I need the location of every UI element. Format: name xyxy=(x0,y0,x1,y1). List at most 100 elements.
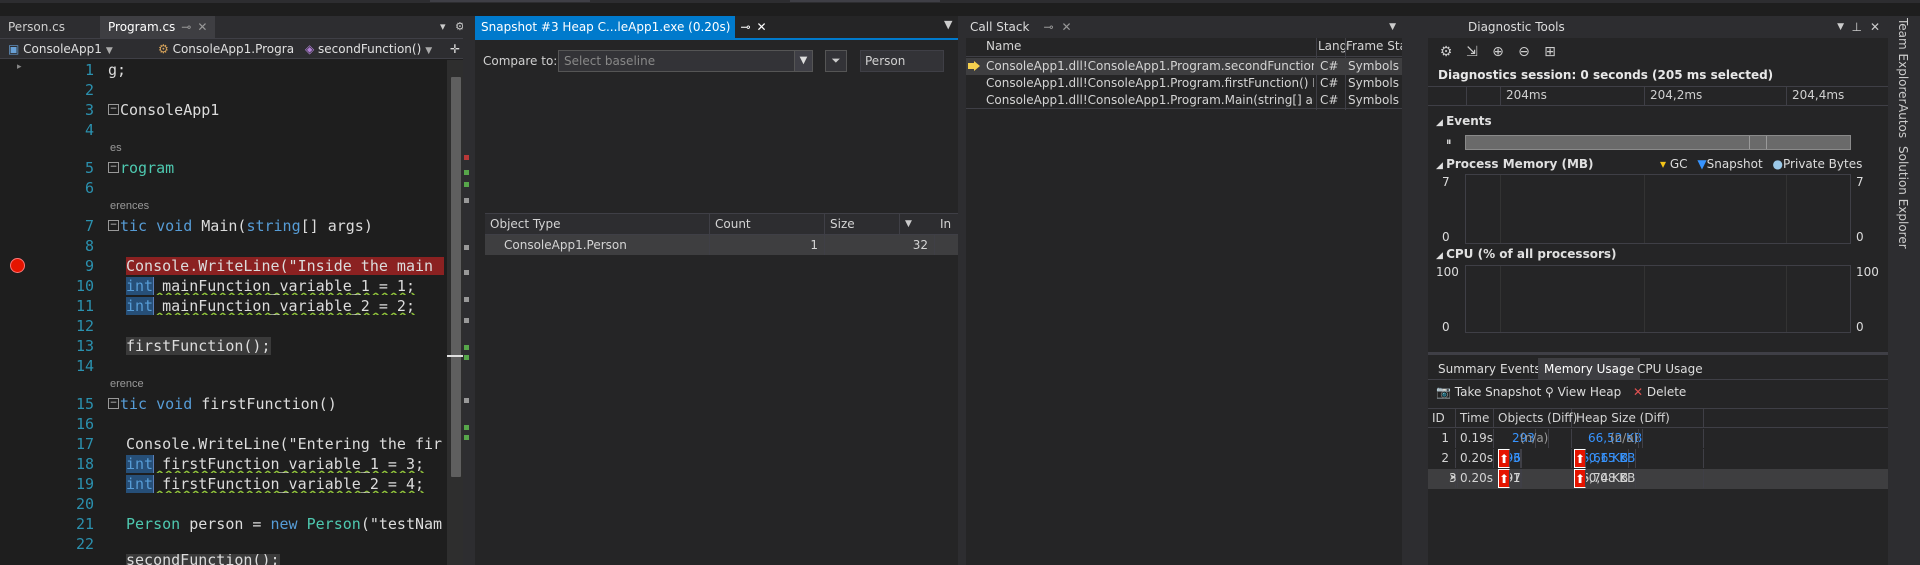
line-number: 8 xyxy=(84,237,94,255)
close-icon[interactable]: ✕ xyxy=(1062,20,1072,34)
code-line[interactable]: int firstFunction_variable_2 = 4; xyxy=(126,475,444,493)
code-line[interactable]: tic void Main(string[] args) xyxy=(120,217,440,235)
column-frame-status[interactable]: Frame Stat xyxy=(1346,38,1402,55)
codelens-references[interactable]: erence xyxy=(110,378,144,390)
code-line[interactable]: rogram xyxy=(120,159,440,177)
code-line[interactable]: g; xyxy=(108,61,444,79)
pin-icon[interactable]: ⊥ xyxy=(1852,16,1862,38)
tab-dropdown-icon[interactable]: ▼ xyxy=(1389,16,1396,38)
view-heap-button[interactable]: ⚲ View Heap xyxy=(1545,385,1621,399)
close-icon[interactable]: ✕ xyxy=(1870,16,1880,38)
fold-toggle[interactable]: − xyxy=(108,162,119,173)
cpu-axis-min-right: 0 xyxy=(1856,320,1864,334)
increase-arrow-icon: ⬆ xyxy=(1574,449,1586,468)
column-time[interactable]: Time xyxy=(1456,409,1494,428)
stack-frame-row[interactable]: ConsoleApp1.dll!ConsoleApp1.Program.firs… xyxy=(966,75,1402,92)
compare-to-label: Compare to: xyxy=(483,54,558,68)
memory-graph[interactable] xyxy=(1465,174,1851,244)
fold-toggle[interactable]: − xyxy=(108,398,119,409)
table-row[interactable]: ConsoleApp1.Person 1 32 xyxy=(485,235,958,255)
snapshot-row[interactable]: 1 0.19s 293 (n/a) 66,52 KB (n/a) xyxy=(1428,429,1888,449)
code-line[interactable]: int mainFunction_variable_1 = 1; xyxy=(126,277,444,295)
tab-program-cs[interactable]: Program.cs ⊸ ✕ xyxy=(100,16,216,38)
tab-summary[interactable]: Summary xyxy=(1432,358,1502,380)
pause-icon[interactable]: ⏸ xyxy=(1446,135,1452,149)
column-name[interactable]: Name xyxy=(986,38,1021,55)
events-section-header[interactable]: ◢ Events xyxy=(1436,114,1492,128)
class-selector[interactable]: ⚙ ConsoleApp1.Progra▼ xyxy=(158,41,298,57)
pane-splitter[interactable] xyxy=(1402,16,1428,565)
tab-dropdown-icon[interactable]: ▾ xyxy=(440,16,446,38)
filter-icon[interactable]: ⏷ xyxy=(825,50,847,72)
code-line[interactable]: ConsoleApp1 xyxy=(120,101,440,119)
cpu-graph[interactable] xyxy=(1465,265,1851,333)
column-object-type[interactable]: Object Type xyxy=(485,214,710,234)
stack-frame-row[interactable]: ConsoleApp1.dll!ConsoleApp1.Program.Main… xyxy=(966,92,1402,109)
private-bytes-icon: ● xyxy=(1772,157,1784,171)
tab-cpu-usage[interactable]: CPU Usage xyxy=(1631,358,1709,380)
tab-dropdown-icon[interactable]: ▼ xyxy=(944,18,952,31)
code-line[interactable]: tic void firstFunction() xyxy=(120,395,440,413)
increase-arrow-icon: ⬆ xyxy=(1574,469,1586,488)
column-lang[interactable]: Lang xyxy=(1318,38,1348,55)
code-line[interactable]: secondFunction(); xyxy=(126,554,444,565)
breakpoint-line[interactable]: Console.WriteLine("Inside the main xyxy=(126,257,444,275)
side-tab-team-explorer[interactable]: Team Explorer xyxy=(1896,18,1910,104)
zoom-out-icon[interactable]: ⊖ xyxy=(1514,42,1534,62)
pin-icon[interactable]: ⊸ xyxy=(181,20,191,34)
tab-person-cs[interactable]: Person.cs xyxy=(0,16,73,38)
snapshot-row-selected[interactable]: ➤ 3 0.20s 297 (+1⬆) 66,74 KB (+0,08 KB⬆) xyxy=(1428,469,1888,489)
code-line[interactable]: int firstFunction_variable_1 = 3; xyxy=(126,455,444,473)
code-line[interactable]: int mainFunction_variable_2 = 2; xyxy=(126,297,444,315)
codelens-references[interactable]: erences xyxy=(110,200,149,212)
fold-toggle[interactable]: − xyxy=(108,220,119,231)
tab-heap-snapshot[interactable]: Snapshot #3 Heap C...leApp1.exe (0.20s) ⊸… xyxy=(475,16,767,38)
take-snapshot-button[interactable]: 📷 Take Snapshot xyxy=(1436,385,1541,399)
memory-axis-min-right: 0 xyxy=(1856,230,1864,244)
cpu-section-header[interactable]: ◢ CPU (% of all processors) xyxy=(1436,247,1617,261)
pane-splitter[interactable] xyxy=(958,16,966,565)
column-count[interactable]: Count xyxy=(710,214,825,234)
top-toolbar-strip xyxy=(0,0,1920,3)
code-line[interactable]: Console.WriteLine("Entering the fir xyxy=(126,435,444,453)
column-inclusive[interactable]: In xyxy=(935,214,958,234)
settings-gear-icon[interactable]: ⚙ xyxy=(1436,42,1456,62)
column-objects[interactable]: Objects (Diff) xyxy=(1494,409,1577,428)
zoom-in-icon[interactable]: ⊕ xyxy=(1488,42,1508,62)
pin-icon[interactable]: ⊸ xyxy=(740,20,750,34)
code-line[interactable]: firstFunction(); xyxy=(126,337,444,355)
close-icon[interactable]: ✕ xyxy=(197,20,207,34)
splitter[interactable] xyxy=(1428,352,1888,355)
column-heap-size[interactable]: Heap Size (Diff) xyxy=(1572,409,1704,428)
side-tab-autos[interactable]: Autos xyxy=(1896,104,1910,138)
line-number: 11 xyxy=(75,297,94,315)
object-type-search[interactable]: Person xyxy=(860,50,944,72)
tab-memory-usage[interactable]: Memory Usage xyxy=(1538,358,1641,380)
current-frame-arrow-icon xyxy=(968,61,980,71)
member-selector[interactable]: ◈ secondFunction() ▼ xyxy=(305,41,445,57)
fold-toggle[interactable]: − xyxy=(108,104,119,115)
line-number: 15 xyxy=(75,395,94,413)
stack-frame-row[interactable]: ConsoleApp1.dll!ConsoleApp1.Program.seco… xyxy=(966,58,1402,75)
memory-section-header[interactable]: ◢ Process Memory (MB) xyxy=(1436,157,1594,171)
code-line[interactable]: Person person = new Person("testNam xyxy=(126,515,444,533)
line-number: 3 xyxy=(84,101,94,119)
split-icon[interactable]: ✛ xyxy=(450,41,463,57)
project-selector[interactable]: ▣ ConsoleApp1 ▼ xyxy=(8,41,148,57)
events-timeline-bar[interactable] xyxy=(1465,135,1851,150)
pin-icon[interactable]: ⊸ xyxy=(1043,20,1053,34)
scrollbar-thumb[interactable] xyxy=(451,77,461,477)
snapshot-row[interactable]: 2 0.20s 296 (+3⬆) 66,66 KB (+0,15 KB⬆) xyxy=(1428,449,1888,469)
tab-underline xyxy=(475,38,958,40)
side-tab-solution-explorer[interactable]: Solution Explorer xyxy=(1896,146,1910,249)
export-icon[interactable]: ⇲ xyxy=(1462,42,1482,62)
close-icon[interactable]: ✕ xyxy=(757,20,767,34)
baseline-select[interactable]: Select baseline ▼ xyxy=(558,50,813,72)
column-id[interactable]: ID xyxy=(1428,409,1456,428)
delete-button[interactable]: ✕ Delete xyxy=(1633,385,1686,399)
column-size[interactable]: Size (Bytes) xyxy=(825,214,900,251)
tab-dropdown-icon[interactable]: ▼ xyxy=(1837,16,1844,38)
reset-zoom-icon[interactable]: ⊞ xyxy=(1540,42,1560,62)
pane-splitter[interactable] xyxy=(463,16,475,565)
codelens-references[interactable]: es xyxy=(110,142,122,154)
